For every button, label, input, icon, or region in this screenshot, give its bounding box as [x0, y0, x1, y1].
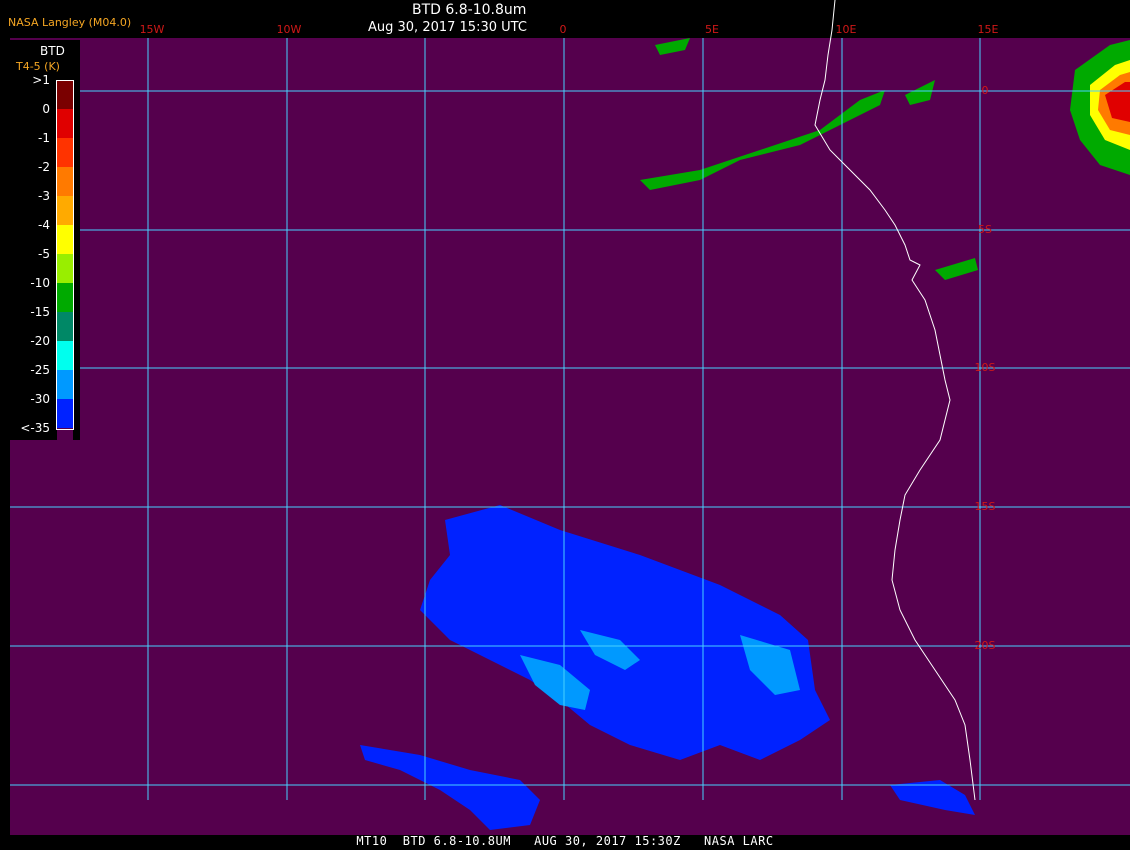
legend-label: -15: [30, 305, 50, 319]
latitude-label: 0: [982, 84, 989, 97]
legend-label: -25: [30, 363, 50, 377]
legend-label: -30: [30, 392, 50, 406]
legend-label: 0: [42, 102, 50, 116]
legend-label: -4: [38, 218, 50, 232]
satellite-image-view: 15W 10W 0 5E 10E 15E 0 5S 10S 15S 20S NASA Langle…: [0, 0, 1130, 850]
latitude-label: 15S: [975, 500, 996, 513]
legend-swatch: [57, 341, 73, 370]
legend-swatch: [57, 254, 73, 283]
legend-label: <-35: [20, 421, 50, 435]
map-background: [10, 38, 1130, 835]
legend-swatch: [57, 428, 73, 457]
legend-swatch: [57, 80, 73, 109]
product-title: BTD 6.8-10.8um: [412, 2, 527, 18]
legend-swatch: [57, 283, 73, 312]
legend-title: BTD: [40, 44, 65, 58]
legend-swatch: [57, 196, 73, 225]
color-legend: BTD T4-5 (K) >1 0 -1 -2 -3 -4 -5 -10 -15 -20 -25 -3…: [10, 40, 80, 457]
longitude-label: 15W: [140, 23, 165, 36]
legend-swatch: [57, 167, 73, 196]
legend-swatch: [57, 370, 73, 399]
legend-subtitle: T4-5 (K): [16, 60, 60, 73]
legend-swatch: [57, 138, 73, 167]
legend-swatch: [57, 225, 73, 254]
timestamp: Aug 30, 2017 15:30 UTC: [368, 20, 527, 35]
legend-label: -20: [30, 334, 50, 348]
longitude-label: 10W: [277, 23, 302, 36]
legend-label: -5: [38, 247, 50, 261]
legend-label: -3: [38, 189, 50, 203]
longitude-label: 5E: [705, 23, 719, 36]
latitude-label: 5S: [978, 223, 992, 236]
legend-label: -2: [38, 160, 50, 174]
longitude-label: 10E: [836, 23, 857, 36]
legend-swatch: [57, 312, 73, 341]
legend-swatch: [57, 109, 73, 138]
latitude-label: 10S: [975, 361, 996, 374]
longitude-label: 0: [560, 23, 567, 36]
longitude-labels: 15W 10W 0 5E 10E 15E: [140, 23, 999, 36]
footer-caption: MT10 BTD 6.8-10.8UM AUG 30, 2017 15:30Z …: [356, 834, 774, 848]
legend-swatch: [57, 399, 73, 428]
btd-map: 15W 10W 0 5E 10E 15E 0 5S 10S 15S 20S: [10, 0, 1130, 835]
longitude-label: 15E: [978, 23, 999, 36]
legend-label: -10: [30, 276, 50, 290]
legend-label: -1: [38, 131, 50, 145]
legend-label: >1: [32, 73, 50, 87]
org-label: NASA Langley (M04.0): [8, 16, 132, 29]
latitude-label: 20S: [975, 639, 996, 652]
